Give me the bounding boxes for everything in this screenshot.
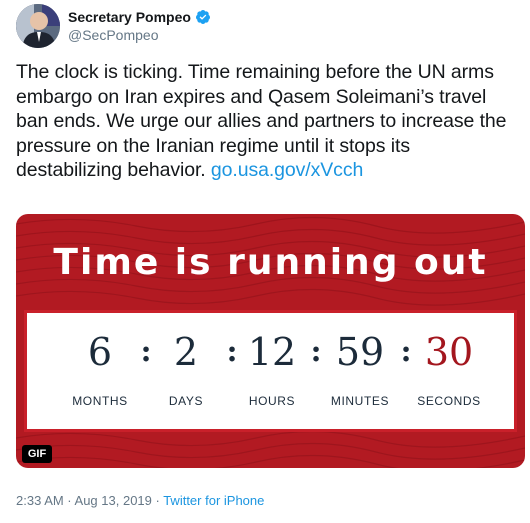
author-row: Secretary Pompeo xyxy=(68,9,211,25)
tweet-link[interactable]: go.usa.gov/xVcch xyxy=(211,159,363,181)
gif-badge: GIF xyxy=(22,445,52,463)
countdown-minutes: 59 MINUTES xyxy=(320,330,400,408)
headline: Time is running out xyxy=(53,242,488,283)
media-gif[interactable]: Time is running out 6 MONTHS : 2 DAYS : … xyxy=(16,214,525,468)
author-name[interactable]: Secretary Pompeo xyxy=(68,9,191,25)
countdown-seconds: 30 SECONDS xyxy=(409,330,489,408)
timestamp[interactable]: 2:33 AM · Aug 13, 2019 · xyxy=(16,493,163,508)
seconds-value: 30 xyxy=(424,330,474,374)
author-handle[interactable]: @SecPompeo xyxy=(68,27,158,43)
months-label: MONTHS xyxy=(72,394,128,408)
tweet-meta: 2:33 AM · Aug 13, 2019 · Twitter for iPh… xyxy=(16,493,264,508)
countdown-days: 2 DAYS xyxy=(146,330,226,408)
countdown-hours: 12 HOURS xyxy=(232,330,312,408)
tweet: Secretary Pompeo @SecPompeo The clock is… xyxy=(0,0,530,523)
months-value: 6 xyxy=(87,330,113,374)
minutes-label: MINUTES xyxy=(330,394,390,408)
source-link[interactable]: Twitter for iPhone xyxy=(163,493,264,508)
verified-badge-icon xyxy=(195,10,210,24)
avatar-image xyxy=(16,4,60,48)
countdown-clock: 6 MONTHS : 2 DAYS : 12 HOURS : 59 MINUTE… xyxy=(24,310,517,432)
days-value: 2 xyxy=(173,330,199,374)
minutes-value: 59 xyxy=(335,330,385,374)
avatar[interactable] xyxy=(16,4,60,48)
hours-value: 12 xyxy=(247,330,297,374)
hours-label: HOURS xyxy=(248,394,296,408)
countdown-months: 6 MONTHS xyxy=(60,330,140,408)
days-label: DAYS xyxy=(168,394,204,408)
seconds-label: SECONDS xyxy=(417,394,481,408)
tweet-text: The clock is ticking. Time remaining bef… xyxy=(16,60,521,183)
